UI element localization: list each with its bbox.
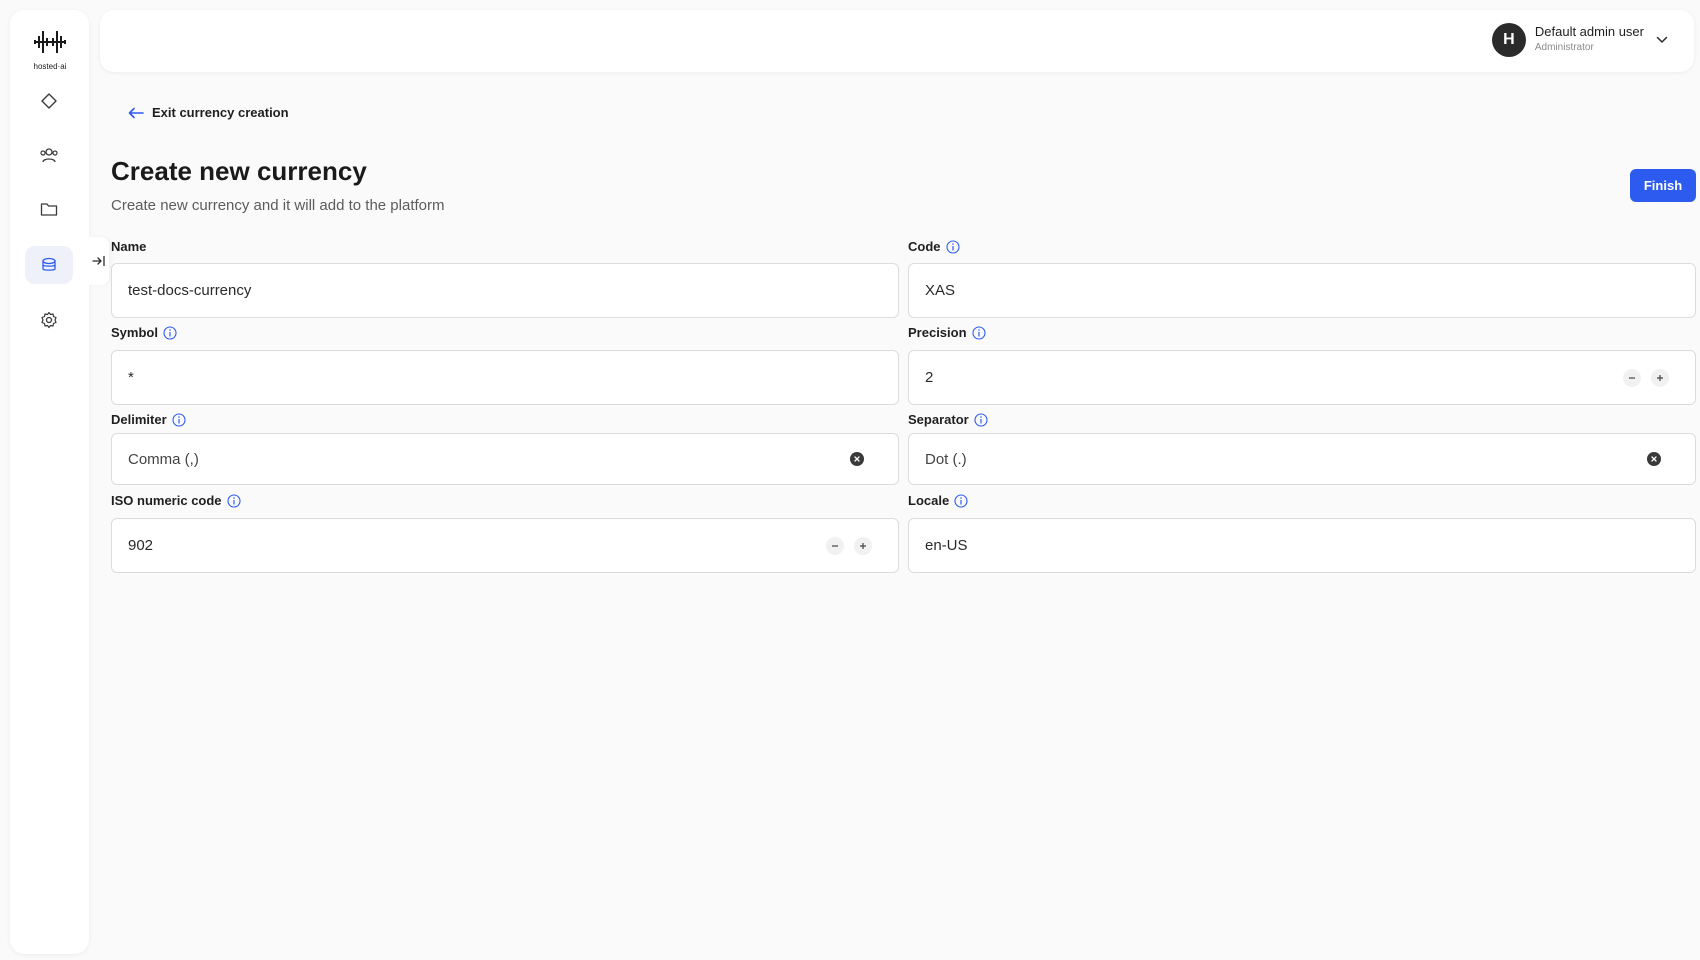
info-icon[interactable] <box>226 493 241 508</box>
name-label-text: Name <box>111 239 147 254</box>
symbol-field[interactable] <box>111 350 899 405</box>
folder-icon <box>40 203 58 216</box>
decrement-button[interactable] <box>1623 368 1641 387</box>
minus-icon <box>1629 376 1635 379</box>
finish-button[interactable]: Finish <box>1630 169 1696 202</box>
expand-sidebar-icon <box>92 255 105 267</box>
chevron-down-icon <box>1656 36 1668 43</box>
locale-input[interactable] <box>925 537 1679 554</box>
increment-button[interactable] <box>854 536 872 555</box>
precision-label-text: Precision <box>908 325 967 340</box>
sidebar: hosted·ai <box>10 10 89 954</box>
user-info: Default admin user Administrator <box>1535 24 1644 56</box>
minus-icon <box>832 544 838 547</box>
code-label-text: Code <box>908 239 941 254</box>
avatar: H <box>1491 23 1526 57</box>
sidebar-item-users[interactable] <box>25 136 73 174</box>
gear-icon <box>41 311 57 329</box>
info-icon[interactable] <box>945 239 960 254</box>
top-bar: H Default admin user Administrator <box>100 10 1694 72</box>
user-role: Administrator <box>1534 42 1594 53</box>
info-icon[interactable] <box>172 412 186 427</box>
sidebar-item-projects[interactable] <box>25 190 73 228</box>
locale-field[interactable] <box>908 518 1696 573</box>
user-menu[interactable]: H Default admin user Administrator <box>1491 23 1668 57</box>
iso-numeric-code-label: ISO numeric code <box>111 493 241 508</box>
delimiter-value: Comma (,) <box>128 450 199 468</box>
info-icon[interactable] <box>954 493 968 508</box>
sidebar-item-settings[interactable] <box>25 301 73 339</box>
precision-stepper <box>1613 368 1669 387</box>
symbol-label-text: Symbol <box>111 325 158 340</box>
separator-select[interactable]: Dot (.) <box>908 433 1696 485</box>
close-icon <box>854 456 860 462</box>
name-label: Name <box>111 239 146 254</box>
separator-value: Dot (.) <box>925 450 967 468</box>
sidebar-item-currencies[interactable] <box>25 246 73 284</box>
locale-label-text: Locale <box>908 493 950 508</box>
sidebar-item-dashboard[interactable] <box>25 82 73 120</box>
iso-numeric-code-field[interactable] <box>111 518 899 573</box>
arrow-left-icon <box>128 107 144 118</box>
locale-label: Locale <box>908 493 968 508</box>
delimiter-label-text: Delimiter <box>111 412 167 427</box>
increment-button[interactable] <box>1651 368 1669 387</box>
precision-label: Precision <box>908 325 986 340</box>
diamond-icon <box>41 93 57 109</box>
logo-text: hosted·ai <box>33 62 67 71</box>
info-icon[interactable] <box>971 325 986 340</box>
code-input[interactable] <box>925 282 1679 299</box>
exit-currency-creation-label: Exit currency creation <box>152 105 289 120</box>
separator-label: Separator <box>908 412 988 427</box>
name-field[interactable] <box>111 263 899 318</box>
symbol-input[interactable] <box>128 369 882 386</box>
close-icon <box>1651 456 1657 462</box>
iso-numeric-code-stepper <box>816 536 872 555</box>
logo-mark-icon <box>34 31 66 53</box>
info-icon[interactable] <box>163 325 177 340</box>
info-icon[interactable] <box>974 412 988 427</box>
decrement-button[interactable] <box>826 536 844 555</box>
coins-icon <box>42 257 56 271</box>
delimiter-select[interactable]: Comma (,) <box>111 433 899 485</box>
code-label: Code <box>908 239 960 254</box>
exit-currency-creation-link[interactable]: Exit currency creation <box>128 105 289 120</box>
clear-delimiter-button[interactable] <box>850 452 864 466</box>
delimiter-label: Delimiter <box>111 412 186 427</box>
symbol-label: Symbol <box>111 325 177 340</box>
precision-input[interactable] <box>925 369 1613 386</box>
users-icon <box>40 148 58 163</box>
separator-label-text: Separator <box>908 412 969 427</box>
user-name: Default admin user <box>1534 24 1644 39</box>
page-title: Create new currency <box>111 156 367 186</box>
code-field[interactable] <box>908 263 1696 318</box>
hosted-ai-logo[interactable]: hosted·ai <box>30 28 70 76</box>
clear-separator-button[interactable] <box>1647 452 1661 466</box>
name-input[interactable] <box>128 282 882 299</box>
sidebar-toggle-button[interactable] <box>89 237 109 285</box>
page-subtitle: Create new currency and it will add to t… <box>111 197 445 214</box>
precision-field[interactable] <box>908 350 1696 405</box>
iso-numeric-code-label-text: ISO numeric code <box>111 493 222 508</box>
plus-icon <box>1657 374 1663 381</box>
plus-icon <box>860 542 866 549</box>
iso-numeric-code-input[interactable] <box>128 537 816 554</box>
